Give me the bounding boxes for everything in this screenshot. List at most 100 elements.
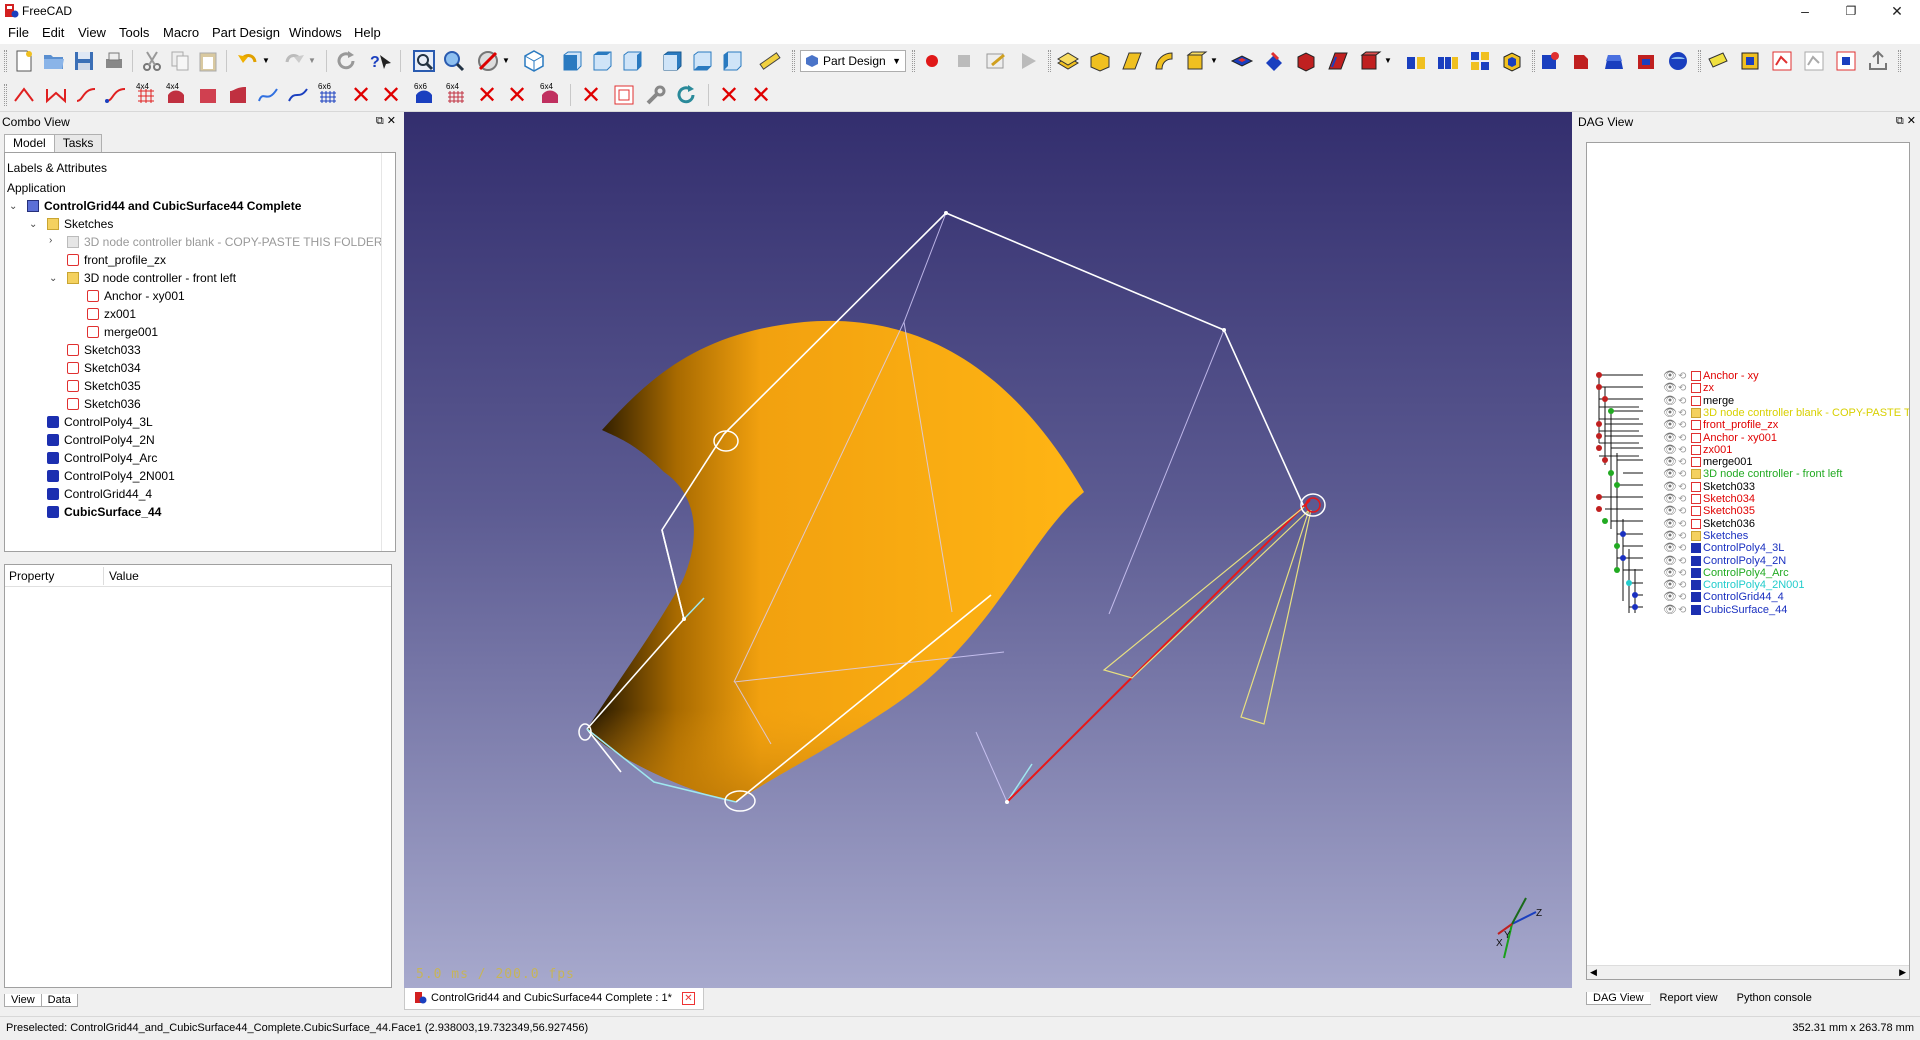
body-icon[interactable]	[1738, 49, 1762, 73]
expand-icon[interactable]: ⌄	[29, 219, 37, 230]
menu-help[interactable]: Help	[352, 25, 383, 41]
minimize-button[interactable]: –	[1782, 0, 1828, 22]
cubic-curve-icon[interactable]	[74, 83, 98, 107]
menu-view[interactable]: View	[76, 25, 108, 41]
tab-dag-view[interactable]: DAG View	[1586, 992, 1651, 1005]
menu-part-design[interactable]: Part Design	[210, 25, 282, 41]
tab-data[interactable]: Data	[40, 994, 78, 1007]
loft-icon[interactable]	[1120, 49, 1144, 73]
subtractive-primitive-icon[interactable]	[1358, 49, 1382, 73]
tree-item-sketch034[interactable]: Sketch034	[67, 359, 141, 377]
menu-file[interactable]: File	[6, 25, 31, 41]
multitransform-icon[interactable]	[1500, 49, 1524, 73]
collapsed-icon[interactable]: ›	[49, 235, 52, 246]
expand-icon[interactable]: ⌄	[9, 201, 17, 212]
redo-dropdown-icon[interactable]: ▼	[308, 56, 316, 65]
close-button[interactable]: ✕	[1874, 0, 1920, 22]
export-icon[interactable]	[1866, 49, 1890, 73]
tree-item-cubicsurface[interactable]: CubicSurface_44	[47, 503, 161, 521]
draw-style-dropdown-icon[interactable]: ▼	[502, 56, 510, 65]
cubic-curve-blend-icon[interactable]	[104, 83, 128, 107]
paste-icon[interactable]	[196, 49, 220, 73]
copy-icon[interactable]	[168, 49, 192, 73]
disabled-x-icon[interactable]: ✕	[506, 83, 528, 107]
validate-sketch-icon[interactable]	[1802, 49, 1826, 73]
panel-buttons[interactable]: ⧉ ✕	[1896, 114, 1916, 128]
groove-icon[interactable]	[1294, 49, 1318, 73]
curve-navy-icon[interactable]	[286, 83, 310, 107]
tree-item-controlpoly-2n[interactable]: ControlPoly4_2N	[47, 431, 155, 449]
disabled-x-icon[interactable]: ✕	[718, 83, 740, 107]
revolution-icon[interactable]	[1088, 49, 1112, 73]
selected-node-marker[interactable]	[1305, 497, 1321, 513]
view-top-icon[interactable]	[590, 49, 614, 73]
linear-pattern-icon[interactable]	[1436, 49, 1460, 73]
save-icon[interactable]	[72, 49, 96, 73]
tree-item-sketch035[interactable]: Sketch035	[67, 377, 141, 395]
view-left-icon[interactable]	[720, 49, 744, 73]
tree-item-controlpoly-arc[interactable]: ControlPoly4_Arc	[47, 449, 157, 467]
view-rear-icon[interactable]	[660, 49, 684, 73]
macro-stop-icon[interactable]	[952, 49, 976, 73]
maximize-button[interactable]: ❐	[1828, 0, 1874, 22]
cut-icon[interactable]	[140, 49, 164, 73]
hole-icon[interactable]	[1262, 49, 1286, 73]
control-poly-arc-icon[interactable]	[44, 83, 68, 107]
macro-record-icon[interactable]	[920, 49, 944, 73]
tab-view[interactable]: View	[4, 994, 42, 1007]
thickness-icon[interactable]	[1634, 49, 1658, 73]
tab-tasks[interactable]: Tasks	[53, 134, 103, 152]
disabled-x-icon[interactable]: ✕	[750, 83, 772, 107]
tree-item-controlpoly-2n001[interactable]: ControlPoly4_2N001	[47, 467, 175, 485]
menu-tools[interactable]: Tools	[117, 25, 151, 41]
draw-style-icon[interactable]	[476, 49, 500, 73]
tab-python-console[interactable]: Python console	[1726, 992, 1822, 1004]
workbench-selector[interactable]: Part Design ▼	[800, 50, 906, 72]
3d-scene[interactable]: Z Y X	[404, 112, 1572, 988]
redo-icon[interactable]	[282, 49, 306, 73]
tab-model[interactable]: Model	[4, 134, 55, 152]
wrench-icon[interactable]	[644, 83, 668, 107]
scroll-right-icon[interactable]: ▶	[1899, 967, 1906, 978]
tree-item-document[interactable]: ControlGrid44 and CubicSurface44 Complet…	[27, 197, 301, 215]
view-front-icon[interactable]	[560, 49, 584, 73]
fit-all-icon[interactable]	[412, 49, 436, 73]
boolean-icon[interactable]	[1666, 49, 1690, 73]
menu-macro[interactable]: Macro	[161, 25, 201, 41]
disabled-x-icon[interactable]: ✕	[476, 83, 498, 107]
map-sketch-icon[interactable]	[1834, 49, 1858, 73]
refresh-sketch-icon[interactable]	[674, 83, 698, 107]
disabled-x-icon[interactable]: ✕	[380, 83, 402, 107]
undo-icon[interactable]	[236, 49, 260, 73]
tree-item-controlgrid[interactable]: ControlGrid44_4	[47, 485, 152, 503]
refresh-icon[interactable]	[334, 49, 358, 73]
close-tab-icon[interactable]: ✕	[682, 992, 695, 1005]
additive-primitive-icon[interactable]	[1184, 49, 1208, 73]
macro-edit-icon[interactable]	[984, 49, 1008, 73]
tab-report-view[interactable]: Report view	[1649, 992, 1728, 1004]
view-bottom-icon[interactable]	[690, 49, 714, 73]
disabled-x-icon[interactable]: ✕	[580, 83, 602, 107]
tab-document[interactable]: ControlGrid44 and CubicSurface44 Complet…	[404, 988, 704, 1010]
mirrored-icon[interactable]	[1404, 49, 1428, 73]
menu-windows[interactable]: Windows	[287, 25, 344, 41]
tree-item-sketch033[interactable]: Sketch033	[67, 341, 141, 359]
tree-item-sketches[interactable]: Sketches	[47, 215, 113, 233]
fillet-icon[interactable]	[1538, 49, 1562, 73]
dag-item[interactable]: 👁 ⟲ CubicSurface_44	[1663, 603, 1787, 618]
chamfer-icon[interactable]	[1570, 49, 1594, 73]
control-poly-line-icon[interactable]	[12, 83, 36, 107]
control-line-red[interactable]	[1006, 499, 1311, 803]
new-sketch-icon[interactable]	[1770, 49, 1794, 73]
new-document-icon[interactable]	[12, 49, 36, 73]
view-isometric-icon[interactable]	[522, 49, 546, 73]
subtractive-dropdown-icon[interactable]: ▼	[1384, 56, 1392, 65]
dag-hscrollbar[interactable]: ◀ ▶	[1587, 965, 1909, 979]
print-icon[interactable]	[102, 49, 126, 73]
pad-icon[interactable]	[1056, 49, 1080, 73]
expand-icon[interactable]: ⌄	[49, 273, 57, 284]
node-controller-icon[interactable]	[612, 83, 636, 107]
undo-dropdown-icon[interactable]: ▼	[262, 56, 270, 65]
macro-run-icon[interactable]	[1016, 49, 1040, 73]
panel-buttons[interactable]: ⧉ ✕	[376, 114, 396, 128]
